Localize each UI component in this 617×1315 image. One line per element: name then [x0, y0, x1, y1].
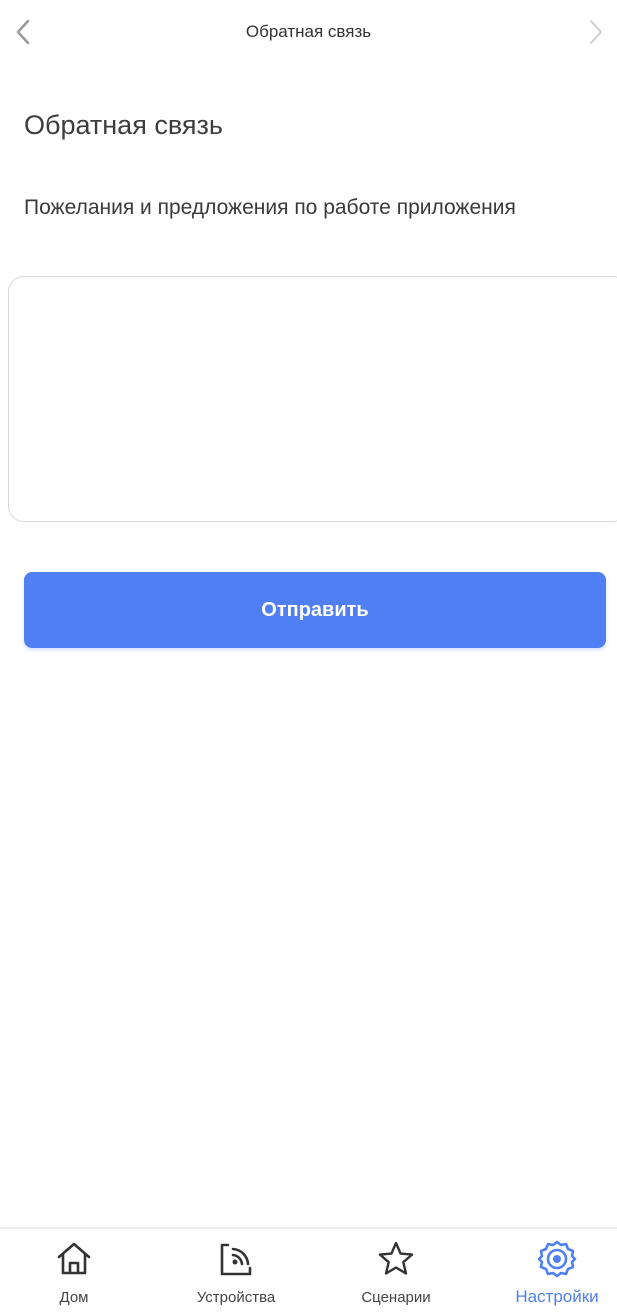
- tab-home-label: Дом: [59, 1289, 89, 1306]
- tab-settings[interactable]: Настройки: [487, 1237, 617, 1315]
- tab-devices-label: Устройства: [196, 1289, 276, 1306]
- chevron-right-icon: [590, 20, 602, 44]
- bottom-tab-bar: Дом Устройства Сценарии Настройки: [0, 1227, 617, 1315]
- home-icon: [54, 1239, 94, 1279]
- devices-icon: [216, 1239, 256, 1279]
- page-title: Обратная связь: [24, 110, 223, 140]
- feedback-textarea[interactable]: [8, 276, 617, 522]
- tab-devices[interactable]: Устройства: [166, 1237, 306, 1315]
- submit-button[interactable]: Отправить: [24, 572, 606, 648]
- tab-scenes-label: Сценарии: [361, 1289, 431, 1306]
- header-title: Обратная связь: [245, 22, 372, 41]
- feedback-subtitle: Пожелания и предложения по работе прилож…: [24, 196, 516, 219]
- tab-home[interactable]: Дом: [4, 1237, 144, 1315]
- forward-button[interactable]: [575, 12, 615, 52]
- tab-settings-label: Настройки: [515, 1287, 599, 1306]
- feedback-screen: Обратная связь Обратная связь Пожелания …: [0, 0, 617, 1315]
- tab-scenes[interactable]: Сценарии: [326, 1237, 466, 1315]
- star-icon: [376, 1239, 416, 1279]
- gear-icon: [537, 1239, 577, 1279]
- top-nav-bar: Обратная связь: [0, 0, 617, 64]
